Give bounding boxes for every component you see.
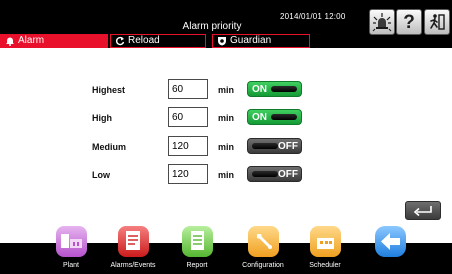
nav-plant-label: Plant	[63, 262, 79, 269]
priority-label: Highest	[92, 85, 126, 95]
unit-label: min	[218, 113, 235, 123]
enter-button[interactable]	[405, 201, 441, 220]
nav-alarms-events-label: Alarms/Events	[110, 262, 156, 269]
reload-icon	[115, 36, 125, 46]
toggle-knob	[252, 143, 278, 149]
nav-configuration-button[interactable]: Configuration	[228, 226, 298, 274]
nav-scheduler-button[interactable]: Scheduler	[290, 226, 360, 274]
alarm-light-button[interactable]	[369, 9, 395, 35]
unit-label: min	[218, 170, 235, 180]
scheduler-icon	[310, 226, 341, 257]
datetime-display: 2014/01/01 12:00	[280, 12, 346, 21]
unit-label: min	[218, 142, 235, 152]
toggle-knob	[252, 171, 278, 177]
tab-alarm-label: Alarm	[18, 35, 45, 46]
toggle-state-label: OFF	[278, 169, 298, 180]
priority-value-input[interactable]: 120	[168, 164, 208, 184]
toggle-knob	[271, 114, 297, 120]
logout-button[interactable]	[424, 9, 450, 35]
nav-back-button[interactable]	[355, 226, 425, 274]
nav-report-button[interactable]: Report	[162, 226, 232, 274]
logout-icon	[430, 14, 445, 30]
page-title: Alarm priority	[182, 21, 242, 32]
tab-reload-label: Reload	[128, 35, 160, 46]
nav-report-label: Report	[186, 262, 208, 269]
configuration-icon	[248, 226, 279, 257]
toggle-state-label: OFF	[278, 141, 298, 152]
shield-icon	[217, 36, 227, 46]
alarm-light-icon	[372, 13, 392, 32]
nav-plant-button[interactable]: Plant	[36, 226, 106, 274]
priority-label: Medium	[92, 142, 127, 152]
header-bar: Alarm priority 2014/01/01 12:00 ? Alarm …	[0, 0, 452, 48]
unit-label: min	[218, 85, 235, 95]
report-icon	[182, 226, 213, 257]
priority-toggle[interactable]: ON	[247, 81, 302, 97]
help-button[interactable]: ?	[396, 9, 422, 35]
priority-label: Low	[92, 170, 110, 180]
help-icon: ?	[403, 11, 415, 33]
priority-toggle[interactable]: OFF	[247, 166, 302, 182]
priority-label: High	[92, 113, 112, 123]
tab-reload[interactable]: Reload	[110, 34, 206, 48]
back-arrow-icon	[375, 226, 406, 257]
priority-toggle[interactable]: ON	[247, 109, 302, 125]
nav-alarms-events-button[interactable]: Alarms/Events	[98, 226, 168, 274]
alarms-events-icon	[118, 226, 149, 257]
priority-value-input[interactable]: 120	[168, 136, 208, 156]
priority-toggle[interactable]: OFF	[247, 138, 302, 154]
toggle-state-label: ON	[252, 84, 267, 95]
tab-guardian-label: Guardian	[230, 35, 272, 46]
bell-icon	[5, 36, 15, 46]
toggle-state-label: ON	[252, 112, 267, 123]
toggle-knob	[271, 86, 297, 92]
priority-value-input[interactable]: 60	[168, 79, 208, 99]
plant-icon	[56, 226, 87, 257]
nav-scheduler-label: Scheduler	[309, 262, 341, 269]
enter-arrow-icon	[413, 205, 432, 216]
nav-configuration-label: Configuration	[242, 262, 284, 269]
tab-guardian[interactable]: Guardian	[212, 34, 310, 48]
tab-alarm[interactable]: Alarm	[0, 34, 108, 48]
priority-value-input[interactable]: 60	[168, 107, 208, 127]
